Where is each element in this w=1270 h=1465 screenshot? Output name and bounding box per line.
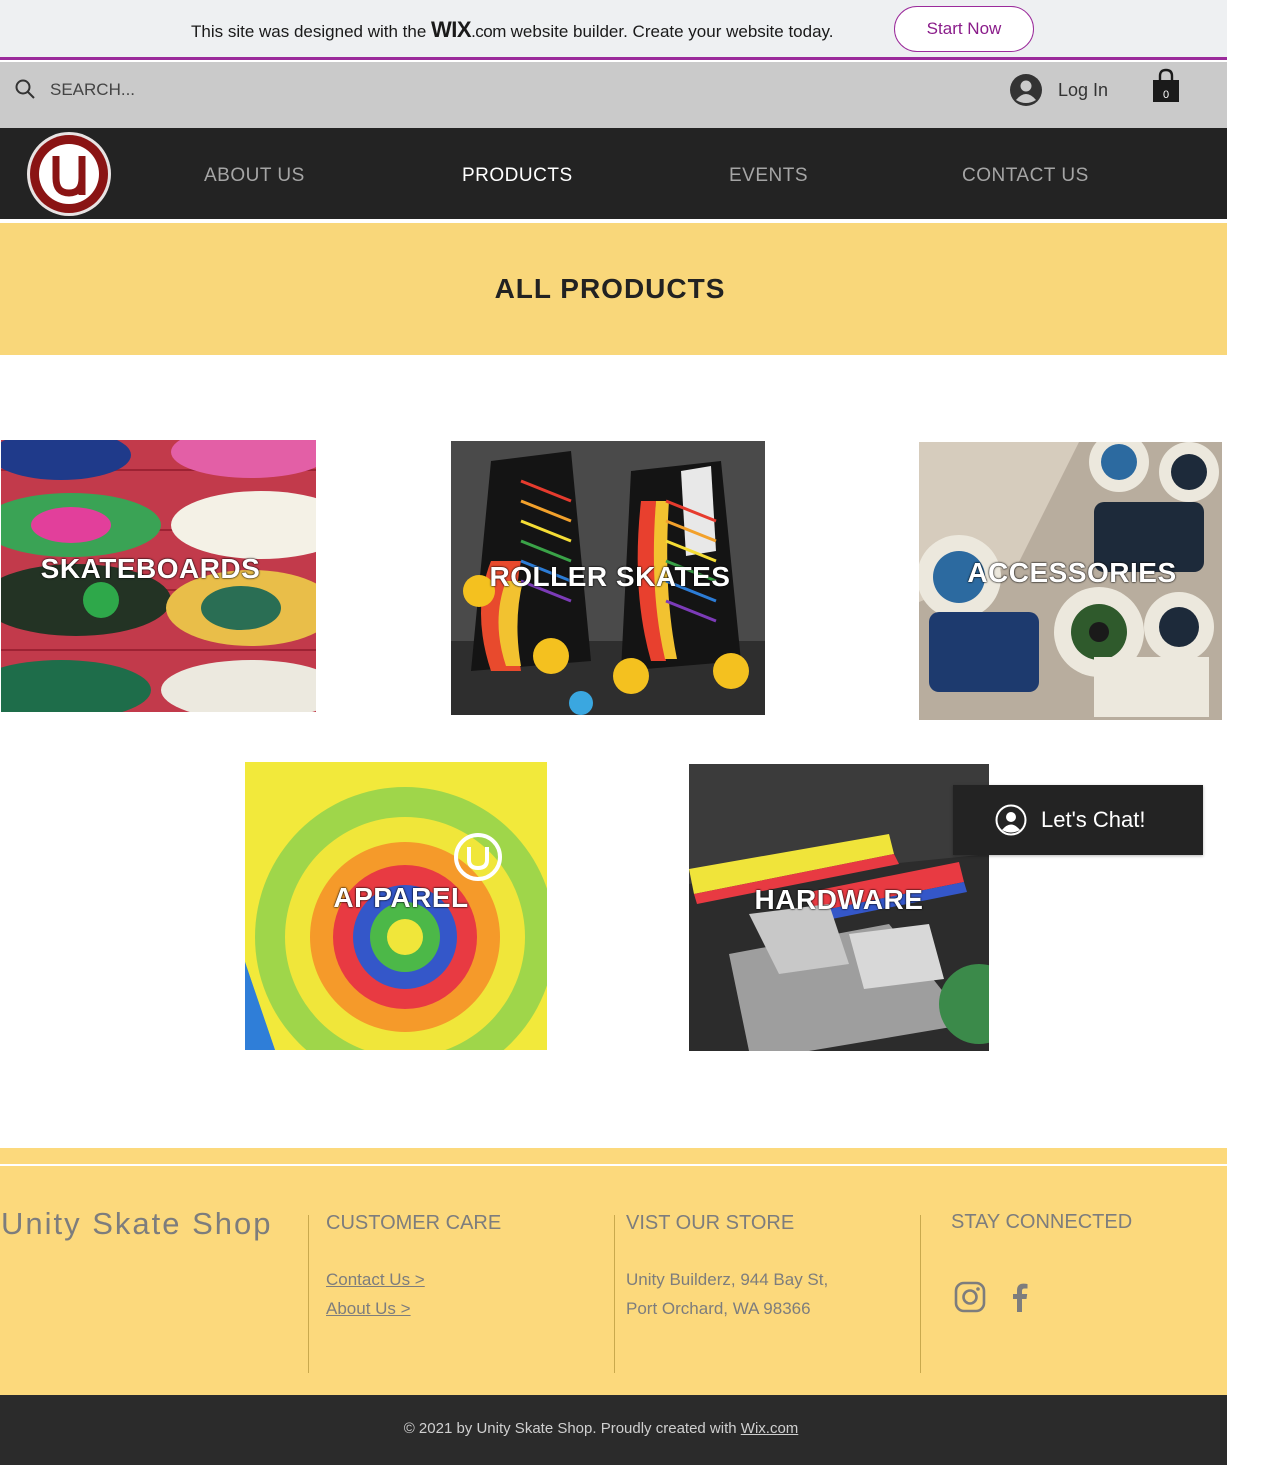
wix-promo-text: This site was designed with the WIX.com …	[191, 17, 834, 43]
search-input[interactable]	[48, 76, 352, 104]
footer-link-about-us[interactable]: About Us >	[326, 1299, 411, 1319]
site-footer: Unity Skate Shop CUSTOMER CARE Contact U…	[0, 1148, 1227, 1395]
nav-item-events[interactable]: EVENTS	[729, 165, 808, 187]
top-bar: Log In 0	[0, 62, 1227, 128]
stay-connected-heading: STAY CONNECTED	[951, 1211, 1133, 1233]
facebook-icon[interactable]	[1003, 1280, 1037, 1314]
footer-brand: Unity Skate Shop	[1, 1206, 273, 1241]
nav-item-contact-us[interactable]: CONTACT US	[962, 165, 1089, 187]
footer-link-contact-us[interactable]: Contact Us >	[326, 1270, 425, 1290]
product-tile-accessories[interactable]: ACCESSORIES	[919, 442, 1222, 720]
wix-promo-banner: This site was designed with the WIX.com …	[0, 0, 1227, 60]
copyright-text: © 2021 by Unity Skate Shop. Proudly crea…	[0, 1420, 1202, 1437]
product-label-hardware: HARDWARE	[754, 884, 924, 915]
wix-logo: WIX.com	[431, 17, 506, 42]
lets-chat-label: Let's Chat!	[1041, 807, 1146, 832]
nav-item-about-us[interactable]: ABOUT US	[204, 165, 305, 187]
login-label: Log In	[1058, 79, 1109, 100]
copyright-prefix: © 2021 by Unity Skate Shop. Proudly crea…	[403, 1420, 741, 1437]
user-avatar-icon	[995, 804, 1027, 836]
lets-chat-button[interactable]: Let's Chat!	[953, 785, 1203, 855]
shopping-bag-icon[interactable]: 0	[1150, 68, 1182, 104]
login-button[interactable]: Log In	[1010, 74, 1108, 106]
page: This site was designed with the WIX.com …	[0, 0, 1227, 1465]
product-tile-roller-skates[interactable]: ROLLER SKATES	[451, 441, 765, 715]
copyright-bar: © 2021 by Unity Skate Shop. Proudly crea…	[0, 1395, 1227, 1465]
footer-separator	[614, 1215, 615, 1373]
footer-separator	[308, 1215, 309, 1373]
wix-logo-main: WIX	[431, 17, 472, 42]
unity-u-logo[interactable]	[26, 131, 112, 217]
wix-promo-text-after: website builder. Create your website tod…	[505, 22, 834, 41]
visit-store-heading: VIST OUR STORE	[626, 1212, 795, 1234]
search-icon[interactable]	[14, 78, 36, 100]
product-label-skateboards: SKATEBOARDS	[40, 553, 261, 584]
product-tile-skateboards[interactable]: SKATEBOARDS	[1, 440, 316, 712]
cart-count: 0	[1163, 89, 1169, 101]
footer-divider	[0, 1164, 1227, 1166]
page-title: ALL PRODUCTS	[494, 273, 726, 304]
nav-item-products[interactable]: PRODUCTS	[462, 165, 573, 187]
nav-divider	[0, 219, 1227, 222]
start-now-button[interactable]: Start Now	[894, 6, 1034, 52]
page-heading-strip: ALL PRODUCTS	[0, 223, 1227, 355]
wix-promo-text-before: This site was designed with the	[191, 22, 432, 41]
wix-link[interactable]: Wix.com	[741, 1420, 799, 1437]
product-label-apparel: APPAREL	[333, 882, 469, 913]
wix-logo-domain: .com	[471, 22, 506, 41]
user-avatar-icon	[1010, 74, 1042, 106]
product-label-roller-skates: ROLLER SKATES	[489, 561, 731, 592]
instagram-icon[interactable]	[953, 1280, 987, 1314]
footer-separator	[920, 1215, 921, 1373]
product-tile-apparel[interactable]: APPAREL	[245, 762, 547, 1050]
store-address-line1: Unity Builderz, 944 Bay St,	[626, 1270, 829, 1289]
product-label-accessories: ACCESSORIES	[967, 557, 1177, 588]
main-nav: ABOUT US PRODUCTS EVENTS CONTACT US	[0, 128, 1227, 219]
customer-care-heading: CUSTOMER CARE	[326, 1212, 502, 1234]
product-tile-hardware[interactable]: HARDWARE	[689, 764, 989, 1051]
store-address-line2: Port Orchard, WA 98366	[626, 1299, 811, 1318]
